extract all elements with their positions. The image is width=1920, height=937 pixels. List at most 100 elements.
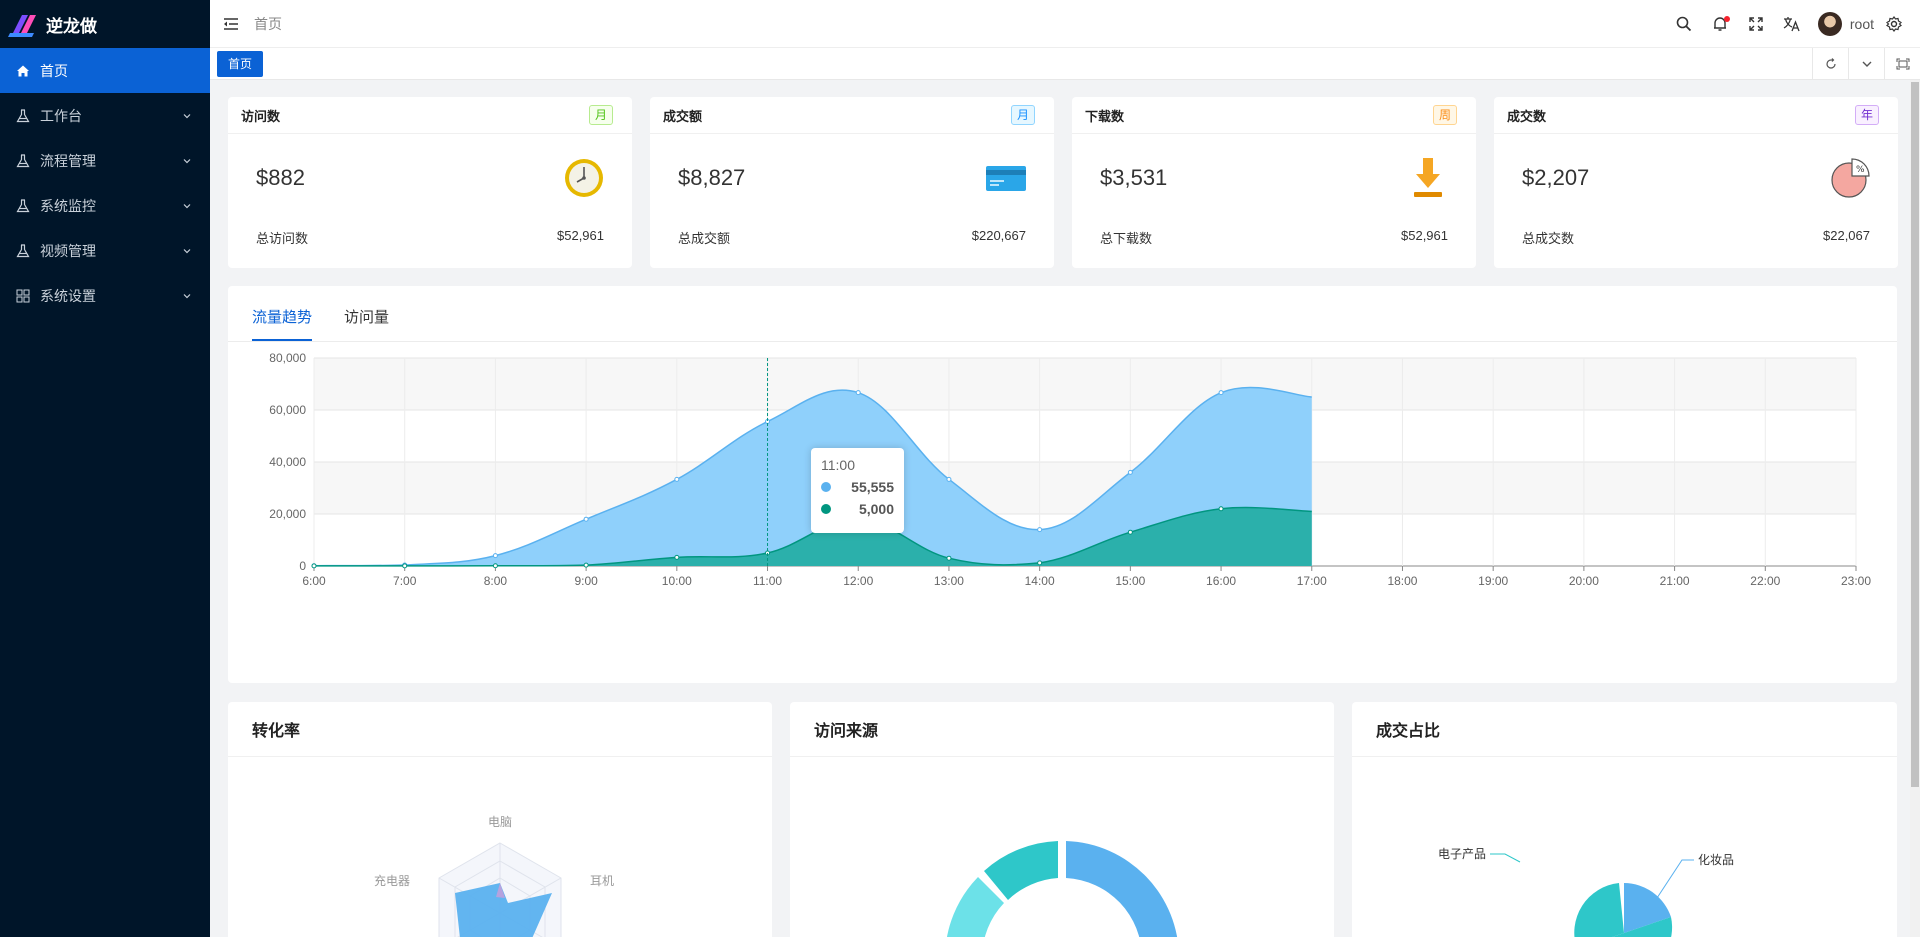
x-tick-label: 9:00 [574, 574, 598, 588]
stat-card-sales: 成交额 月 $8,827 总成交额 $220,667 [650, 97, 1054, 268]
series-point [1218, 390, 1224, 396]
pie-chart: 化妆品 电子产品 [1438, 847, 1734, 937]
breadcrumb[interactable]: 首页 [254, 14, 282, 34]
refresh-icon [1825, 57, 1836, 69]
visit-source-panel: 访问来源 [790, 702, 1334, 937]
tab-visits[interactable]: 访问量 [344, 306, 389, 341]
series-color-dot [821, 504, 831, 514]
stat-card-visits: 访问数 月 $882 总访问数 $52,961 [228, 97, 632, 268]
tooltip-title: 11:00 [821, 457, 855, 473]
x-tick-label: 18:00 [1387, 574, 1417, 588]
series-point [583, 516, 589, 522]
series-point [1037, 527, 1043, 533]
sidebar-item-home[interactable]: 首页 [0, 48, 210, 93]
chevron-down-icon [183, 203, 191, 208]
x-tick-label: 12:00 [843, 574, 873, 588]
sidebar-item-monitor[interactable]: 系统监控 [0, 183, 210, 228]
series-point [1127, 469, 1133, 475]
tab-menu-button[interactable] [1848, 47, 1884, 80]
sidebar-item-label: 系统监控 [40, 197, 96, 214]
chevron-down-icon [183, 113, 191, 118]
search-icon [1676, 16, 1692, 31]
y-tick-label: 80,000 [269, 351, 306, 365]
tab-fullscreen-button[interactable] [1884, 47, 1920, 80]
donut-chart [947, 841, 1178, 937]
pie-label: 电子产品 [1438, 847, 1486, 861]
flask-icon [16, 108, 30, 123]
scrollbar-thumb[interactable] [1911, 82, 1919, 787]
notification-dot [1723, 15, 1730, 22]
logo-icon [8, 15, 36, 37]
series-point [1218, 506, 1224, 512]
x-tick-label: 6:00 [302, 574, 326, 588]
sidebar-item-workbench[interactable]: 工作台 [0, 93, 210, 138]
series-point [674, 554, 680, 560]
username[interactable]: root [1850, 16, 1874, 32]
x-tick-label: 13:00 [934, 574, 964, 588]
x-tick-label: 22:00 [1750, 574, 1780, 588]
gear-icon [1886, 15, 1902, 32]
expand-icon [1896, 58, 1909, 69]
grid-band [314, 358, 1856, 410]
panel-title: 访问来源 [790, 702, 1334, 757]
sidebar-item-settings[interactable]: 系统设置 [0, 273, 210, 318]
x-tick-label: 15:00 [1115, 574, 1145, 588]
stat-footer-value: $22,067 [1823, 228, 1870, 243]
sidebar-item-label: 首页 [40, 62, 68, 79]
search-button[interactable] [1666, 6, 1702, 42]
flask-icon [16, 153, 30, 168]
avatar[interactable] [1817, 11, 1842, 36]
language-button[interactable] [1774, 6, 1810, 42]
tooltip-value: 5,000 [858, 501, 894, 517]
conversion-panel: 转化率 电脑 耳机 充电器 [228, 702, 772, 937]
stat-value: $882 [256, 165, 305, 190]
stat-title: 成交数 [1507, 108, 1547, 124]
sidebar-item-label: 流程管理 [40, 152, 96, 169]
y-tick-label: 60,000 [269, 403, 306, 417]
stat-footer-value: $220,667 [971, 228, 1026, 243]
svg-text:%: % [1856, 165, 1865, 175]
tooltip-row: 55,555 [821, 479, 894, 495]
series-point [674, 476, 680, 482]
logo[interactable]: 逆龙做 [0, 0, 210, 48]
x-tick-label: 16:00 [1206, 574, 1236, 588]
x-tick-label: 10:00 [662, 574, 692, 588]
series-point [492, 563, 498, 569]
stat-card-downloads: 下载数 周 $3,531 总下载数 $52,961 [1072, 97, 1476, 268]
fullscreen-icon [1749, 16, 1763, 31]
series-point [311, 563, 317, 569]
chevron-down-icon [1862, 61, 1871, 67]
page-scrollbar[interactable] [1910, 80, 1920, 937]
series-point [1127, 529, 1133, 535]
tab-traffic-trend[interactable]: 流量趋势 [252, 306, 313, 341]
traffic-area-chart: 0 20,000 40,000 60,000 80,000 6:00 7:00 8:00 9:0… [269, 351, 1871, 588]
menu-fold-icon[interactable] [222, 15, 240, 33]
y-tick-label: 40,000 [269, 455, 306, 469]
refresh-tab-button[interactable] [1812, 47, 1848, 80]
x-tick-label: 11:00 [753, 574, 782, 588]
panel-title: 成交占比 [1352, 702, 1897, 757]
sidebar-item-video[interactable]: 视频管理 [0, 228, 210, 273]
x-tick-label: 7:00 [393, 574, 417, 588]
series-point [946, 476, 952, 482]
clock-icon [565, 159, 603, 197]
x-tick-label: 19:00 [1478, 574, 1508, 588]
flask-icon [16, 198, 30, 213]
sidebar: 逆龙做 首页 工作台 流程管理 系统监控 视频管理 系统设置 [0, 0, 210, 937]
stat-period-tag: 周 [1432, 105, 1457, 125]
tab-home[interactable]: 首页 [217, 50, 264, 77]
stat-card-deals: 成交数 年 $2,207 % 总成交数 $22,067 [1494, 97, 1898, 268]
series-color-dot [821, 482, 831, 492]
sidebar-item-process[interactable]: 流程管理 [0, 138, 210, 183]
settings-button[interactable] [1880, 6, 1908, 42]
chevron-down-icon [183, 293, 191, 298]
notification-button[interactable] [1702, 6, 1738, 42]
top-header: 首页 root [210, 0, 1920, 48]
y-tick-label: 20,000 [269, 507, 306, 521]
stat-value: $2,207 [1522, 165, 1590, 190]
stat-title: 成交额 [663, 108, 703, 124]
grid-icon [16, 289, 30, 303]
fullscreen-button[interactable] [1738, 6, 1774, 42]
stat-title: 访问数 [241, 108, 281, 124]
deal-share-panel: 成交占比 化妆品 电子产品 [1352, 702, 1897, 937]
